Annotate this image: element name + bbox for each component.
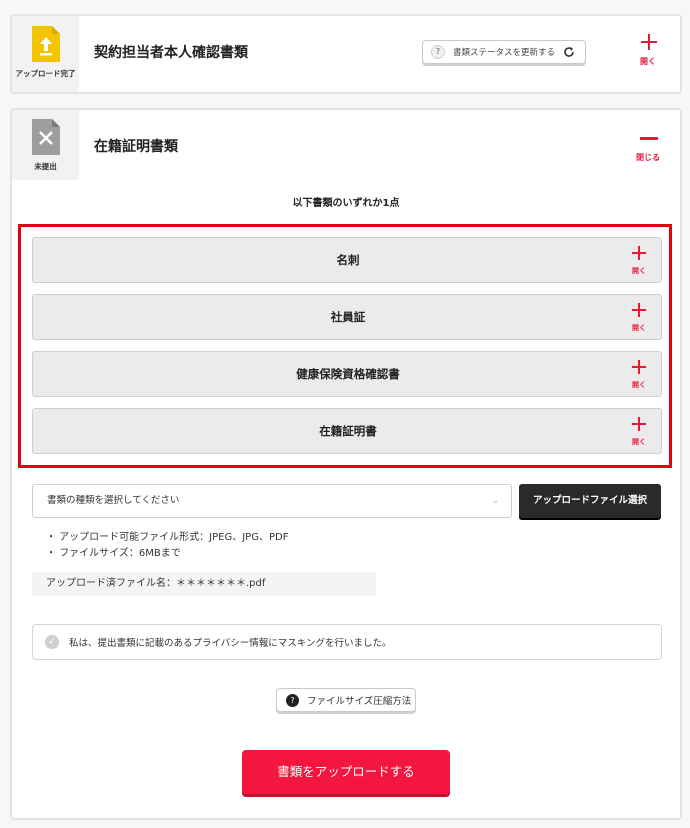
file-requirements: アップロード可能ファイル形式：JPEG、JPG、PDF ファイルサイズ：6MBま… [46, 530, 288, 562]
open-label: 開く [632, 438, 646, 446]
plus-icon: 開く [629, 359, 649, 389]
check-icon: ✓ [45, 635, 59, 649]
open-label: 開く [632, 381, 646, 389]
accordion-label: 名刺 [336, 253, 360, 267]
refresh-status-button[interactable]: ? 書類ステータスを更新する [422, 40, 586, 64]
upload-document-icon [32, 26, 60, 62]
document-card-identity: アップロード完了 契約担当者本人確認書類 ? 書類ステータスを更新する 開く [10, 14, 682, 94]
compress-method-button[interactable]: ? ファイルサイズ圧縮方法 [276, 688, 416, 712]
document-type-select[interactable]: 書類の種類を選択してください ⌄ [32, 484, 512, 518]
refresh-status-label: 書類ステータスを更新する [453, 48, 556, 58]
status-label: 未提出 [34, 162, 57, 171]
accordion-item-business-card[interactable]: 名刺 開く [32, 237, 662, 283]
accordion-label: 在籍証明書 [319, 424, 377, 438]
open-label: 開く [632, 267, 646, 275]
chevron-down-icon: ⌄ [491, 496, 499, 506]
consent-label: 私は、提出書類に記載のあるプライバシー情報にマスキングを行いました。 [69, 638, 392, 649]
masking-consent-checkbox[interactable]: ✓ 私は、提出書類に記載のあるプライバシー情報にマスキングを行いました。 [32, 624, 662, 660]
upload-documents-button[interactable]: 書類をアップロードする [242, 750, 450, 794]
select-placeholder: 書類の種類を選択してください [47, 495, 180, 506]
refresh-icon [564, 47, 574, 57]
minus-icon [640, 137, 658, 140]
accordion-item-employment-certificate[interactable]: 在籍証明書 開く [32, 408, 662, 454]
expand-toggle[interactable]: 開く [626, 34, 670, 74]
card-title: 契約担当者本人確認書類 [94, 45, 248, 61]
question-icon: ? [286, 693, 299, 707]
note-item: ファイルサイズ：6MBまで [46, 546, 288, 562]
plus-icon: 開く [629, 302, 649, 332]
note-item: アップロード可能ファイル形式：JPEG、JPG、PDF [46, 530, 288, 546]
toggle-label: 閉じる [636, 153, 660, 162]
instruction-text: 以下書類のいずれか1点 [292, 198, 400, 209]
plus-icon: 開く [629, 416, 649, 446]
not-submitted-document-icon [32, 119, 60, 155]
status-label: アップロード完了 [15, 69, 76, 78]
document-card-employment: 未提出 在籍証明書類 閉じる 以下書類のいずれか1点 名刺 開く 社員証 開く … [10, 108, 682, 820]
open-label: 開く [632, 324, 646, 332]
file-select-button[interactable]: アップロードファイル選択 [519, 484, 661, 518]
status-box: 未提出 [12, 110, 79, 180]
question-icon: ? [431, 45, 445, 59]
accordion-label: 社員証 [330, 310, 366, 324]
status-box: アップロード完了 [12, 16, 79, 92]
accordion-item-employee-id[interactable]: 社員証 開く [32, 294, 662, 340]
highlight-frame: 名刺 開く 社員証 開く 健康保険資格確認書 開く 在籍証明書 開く [18, 224, 672, 468]
accordion-label: 健康保険資格確認書 [296, 367, 400, 381]
collapse-toggle[interactable]: 閉じる [626, 130, 670, 170]
compress-label: ファイルサイズ圧縮方法 [307, 696, 412, 707]
plus-icon: 開く [629, 245, 649, 275]
accordion-item-health-insurance[interactable]: 健康保険資格確認書 開く [32, 351, 662, 397]
uploaded-file-name: アップロード済ファイル名：＊＊＊＊＊＊＊.pdf [32, 572, 376, 596]
card-title: 在籍証明書類 [94, 139, 178, 155]
toggle-label: 開く [640, 57, 656, 66]
